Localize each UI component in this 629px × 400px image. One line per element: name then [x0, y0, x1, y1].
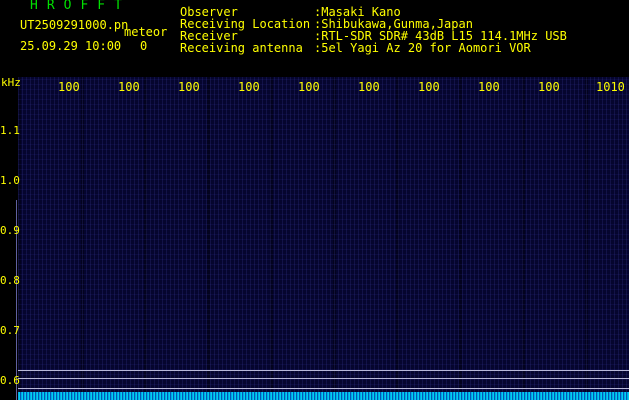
time-tick-label: 100 — [58, 80, 80, 94]
time-tick-label: 100 — [298, 80, 320, 94]
freq-tick-label: 0.9 — [0, 224, 20, 237]
spectrogram — [18, 77, 629, 400]
time-tick-label: 100 — [418, 80, 440, 94]
freq-tick-label: 0.7 — [0, 324, 20, 337]
antenna-value: :5el Yagi Az 20 for Aomori VOR — [314, 41, 531, 55]
app-title: HROFFT — [30, 0, 131, 13]
freq-tick-label: 0.6 — [0, 374, 20, 387]
meteor-count: 0 — [140, 39, 148, 53]
time-tick-label: 100 — [178, 80, 200, 94]
freq-marker-line — [18, 370, 629, 371]
time-tick-label: 100 — [478, 80, 500, 94]
freq-axis-unit: kHz — [1, 76, 21, 89]
capture-filename: UT2509291000.pn — [20, 18, 129, 32]
antenna-label: Receiving antenna — [180, 41, 303, 55]
time-tick-label: 100 — [118, 80, 140, 94]
time-tick-label: 1010 — [596, 80, 625, 94]
time-tick-label: 100 — [238, 80, 260, 94]
freq-tick-label: 0.8 — [0, 274, 20, 287]
noise-trace — [18, 392, 629, 400]
time-tick-label: 100 — [358, 80, 380, 94]
capture-tag: meteor — [124, 25, 168, 39]
hrofft-window: HROFFT UT2509291000.pn meteor 25.09.29 1… — [0, 0, 629, 400]
freq-marker-line — [18, 378, 629, 379]
freq-marker-line — [18, 388, 629, 389]
freq-tick-label: 1.1 — [0, 124, 20, 137]
freq-tick-label: 1.0 — [0, 174, 20, 187]
time-tick-label: 100 — [538, 80, 560, 94]
capture-datetime: 25.09.29 10:00 — [20, 39, 122, 53]
